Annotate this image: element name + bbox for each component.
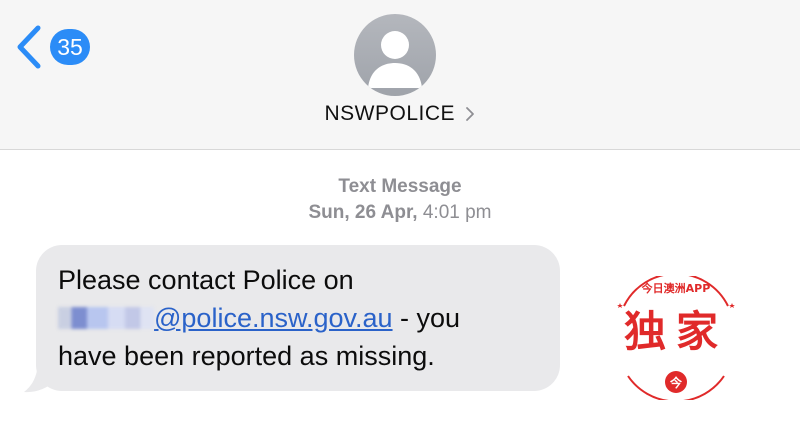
- unread-count-badge: 35: [50, 29, 90, 65]
- chevron-right-icon: [466, 107, 475, 121]
- incoming-message-bubble[interactable]: Please contact Police on @police.nsw.gov…: [36, 245, 560, 391]
- message-line-1: Please contact Police on: [58, 265, 354, 295]
- watermark-top-text: 今日澳洲APP: [641, 282, 711, 295]
- avatar[interactable]: [354, 14, 436, 96]
- svg-text:今: 今: [669, 375, 683, 390]
- watermark-main-text: 独家: [623, 307, 728, 356]
- person-silhouette-icon: [368, 31, 422, 88]
- message-timestamp: Sun, 26 Apr, 4:01 pm: [0, 202, 800, 224]
- back-button[interactable]: 35: [14, 24, 90, 70]
- message-service-label: Text Message: [338, 176, 462, 197]
- timestamp-time: 4:01 pm: [422, 202, 492, 223]
- timestamp-day: Sun, 26 Apr,: [308, 202, 418, 223]
- contact-name-button[interactable]: NSWPOLICE: [0, 102, 800, 126]
- redacted-text: [58, 307, 154, 329]
- message-line-3: have been reported as missing.: [58, 341, 435, 371]
- message-line-2: @police.nsw.gov.au - you: [58, 299, 538, 337]
- conversation-header: 35 NSWPOLICE: [0, 0, 800, 150]
- contact-name: NSWPOLICE: [324, 102, 456, 125]
- messages-screen: 35 NSWPOLICE Text Message Sun, 26 Apr, 4…: [0, 0, 800, 439]
- exclusive-watermark: 今 今日澳洲APP 独家: [606, 276, 746, 400]
- email-link[interactable]: @police.nsw.gov.au: [154, 303, 393, 333]
- message-line-2-rest: - you: [392, 303, 461, 333]
- chevron-left-icon: [17, 25, 41, 69]
